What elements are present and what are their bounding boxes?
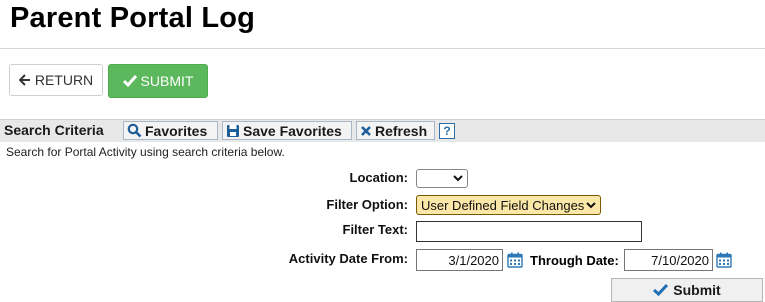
filter-text-input[interactable] xyxy=(416,221,642,242)
help-icon[interactable]: ? xyxy=(439,123,455,139)
filter-text-label: Filter Text: xyxy=(342,222,409,237)
floppy-disk-icon xyxy=(226,124,240,138)
location-select[interactable] xyxy=(416,169,468,188)
submit-button-label: Submit xyxy=(673,282,721,298)
checkmark-icon xyxy=(122,75,137,87)
save-favorites-button[interactable]: Save Favorites xyxy=(222,121,352,140)
close-x-icon xyxy=(360,125,372,137)
activity-date-from-input[interactable] xyxy=(416,249,503,271)
search-icon xyxy=(127,123,142,138)
instructions-text: Search for Portal Activity using search … xyxy=(6,145,285,159)
return-button-label: RETURN xyxy=(34,72,94,88)
save-favorites-label: Save Favorites xyxy=(243,122,342,139)
chevron-down-icon xyxy=(453,175,463,182)
checkmark-icon xyxy=(653,284,669,296)
search-criteria-label: Search Criteria xyxy=(4,122,104,138)
submit-button[interactable]: Submit xyxy=(611,278,763,302)
location-label: Location: xyxy=(349,170,409,185)
filter-option-select[interactable]: User Defined Field Changes xyxy=(416,195,601,215)
filter-option-value: User Defined Field Changes xyxy=(421,197,585,213)
activity-date-from-label: Activity Date From: xyxy=(288,251,408,266)
refresh-label: Refresh xyxy=(375,122,428,139)
title-divider xyxy=(0,48,765,49)
submit-button-top[interactable]: SUBMIT xyxy=(108,64,208,98)
submit-button-top-label: SUBMIT xyxy=(140,73,194,89)
return-button[interactable]: RETURN xyxy=(9,64,103,96)
calendar-icon[interactable] xyxy=(507,252,523,268)
calendar-icon[interactable] xyxy=(716,252,732,268)
through-date-label: Through Date: xyxy=(530,253,619,268)
through-date-input[interactable] xyxy=(624,249,713,271)
page-title: Parent Portal Log xyxy=(10,2,256,34)
favorites-label: Favorites xyxy=(145,122,208,139)
search-criteria-toolbar: Search Criteria Favorites Save Favorites… xyxy=(0,119,765,142)
filter-option-label: Filter Option: xyxy=(326,197,408,212)
chevron-down-icon xyxy=(586,201,596,209)
favorites-button[interactable]: Favorites xyxy=(123,121,218,140)
arrow-left-icon xyxy=(18,74,31,86)
refresh-button[interactable]: Refresh xyxy=(356,121,435,140)
